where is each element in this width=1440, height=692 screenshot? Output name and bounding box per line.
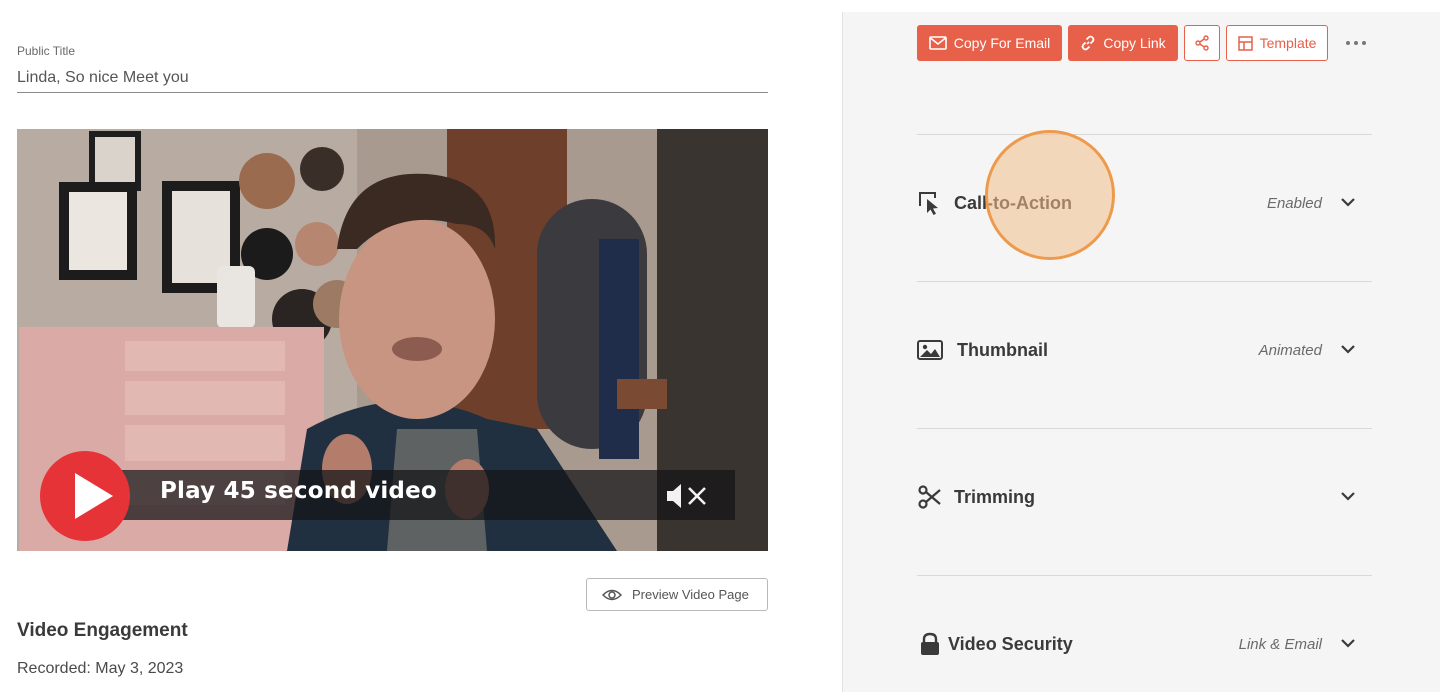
- chevron-down-icon[interactable]: [1340, 196, 1356, 208]
- preview-video-page-button[interactable]: Preview Video Page: [586, 578, 768, 611]
- template-label: Template: [1259, 35, 1317, 51]
- scissors-icon: [918, 485, 941, 509]
- play-button[interactable]: [40, 451, 130, 541]
- video-security-label: Video Security: [948, 634, 1073, 654]
- video-security-status: Link & Email: [1238, 636, 1322, 653]
- copy-link-label: Copy Link: [1103, 35, 1166, 51]
- layout-icon: [1237, 35, 1253, 51]
- settings-row-thumbnail[interactable]: Thumbnail Animated: [917, 331, 1372, 371]
- cursor-click-icon: [919, 192, 938, 215]
- image-icon: [917, 340, 943, 360]
- settings-row-call-to-action[interactable]: Call-to-Action Enabled: [917, 184, 1372, 224]
- play-video-label: Play 45 second video: [160, 478, 437, 504]
- template-button[interactable]: Template: [1226, 25, 1328, 61]
- settings-row-trimming[interactable]: Trimming: [917, 478, 1372, 518]
- settings-row-video-security[interactable]: Video Security Link & Email: [917, 625, 1372, 665]
- chevron-down-icon[interactable]: [1340, 490, 1356, 502]
- play-icon: [75, 473, 113, 519]
- eye-icon: [602, 589, 622, 600]
- chevron-down-icon[interactable]: [1340, 343, 1356, 355]
- public-title-input[interactable]: [17, 64, 768, 93]
- copy-for-email-button[interactable]: Copy For Email: [917, 25, 1062, 61]
- copy-for-email-label: Copy For Email: [953, 35, 1051, 51]
- lock-icon: [921, 632, 939, 655]
- video-details-panel: Public Title Linda, So nice Meet you Pla…: [0, 0, 842, 692]
- divider: [917, 134, 1372, 135]
- trimming-label: Trimming: [954, 487, 1036, 507]
- video-settings-panel: Copy For Email Copy Link Template Call-t…: [842, 12, 1440, 692]
- thumbnail-status: Animated: [1258, 342, 1322, 359]
- page: Public Title Linda, So nice Meet you Pla…: [0, 0, 1440, 692]
- public-title-label: Public Title: [17, 44, 76, 58]
- chevron-down-icon[interactable]: [1340, 637, 1356, 649]
- mute-icon[interactable]: [665, 482, 709, 510]
- mail-icon: [928, 36, 947, 50]
- recorded-date: Recorded: May 3, 2023: [17, 660, 184, 677]
- share-button[interactable]: [1184, 25, 1220, 61]
- call-to-action-status: Enabled: [1266, 195, 1322, 212]
- share-icon: [1195, 35, 1209, 51]
- link-icon: [1082, 35, 1095, 51]
- call-to-action-label: Call-to-Action: [954, 193, 1072, 213]
- more-options-icon[interactable]: [1343, 32, 1369, 52]
- divider: [917, 428, 1372, 429]
- preview-button-label: Preview Video Page: [632, 587, 749, 602]
- thumbnail-label: Thumbnail: [957, 340, 1048, 360]
- divider: [917, 575, 1372, 576]
- video-engagement-heading: Video Engagement: [17, 620, 188, 641]
- copy-link-button[interactable]: Copy Link: [1068, 25, 1178, 61]
- divider: [917, 281, 1372, 282]
